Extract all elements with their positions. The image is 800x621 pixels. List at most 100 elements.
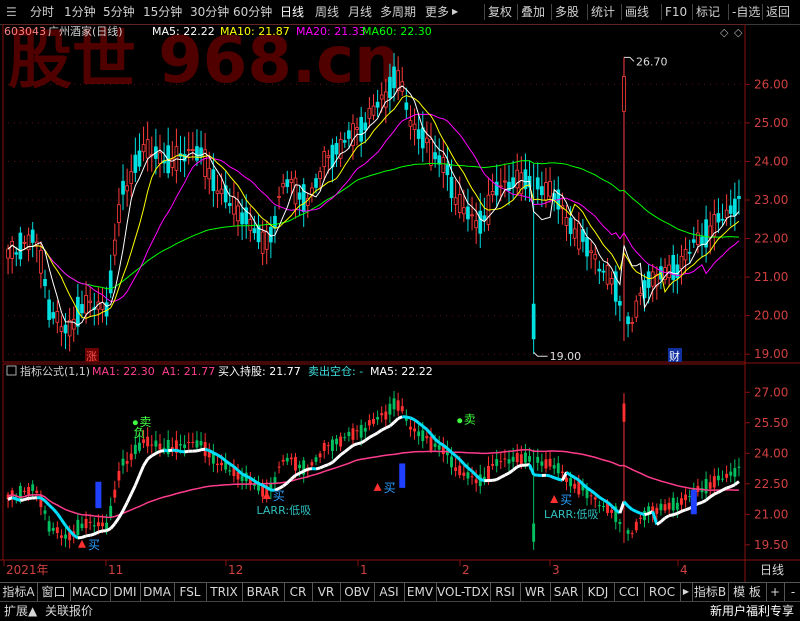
- trend-segment: [156, 451, 160, 453]
- time-axis-label: 12: [228, 563, 243, 577]
- period-tab-4[interactable]: 30分钟: [190, 0, 229, 24]
- trend-segment: [287, 479, 291, 483]
- indicator-tab-17[interactable]: KDJ: [582, 583, 615, 601]
- trend-segment: [308, 469, 312, 470]
- period-tab-9[interactable]: 多周期: [380, 0, 416, 24]
- lower-candle-body: [565, 478, 568, 482]
- candle-body: [479, 211, 482, 233]
- candle-body: [23, 242, 26, 243]
- trend-segment: [152, 453, 156, 455]
- toolbar-action-1[interactable]: 叠加: [521, 0, 545, 24]
- candle-body: [298, 193, 301, 199]
- trend-segment: [677, 511, 681, 513]
- formula-toggle-icon[interactable]: [7, 366, 16, 375]
- toolbar-action-8[interactable]: 返回: [766, 0, 790, 24]
- expand-button[interactable]: 扩展▲: [4, 602, 37, 621]
- candle-body: [631, 322, 634, 323]
- indicator-tab-19[interactable]: ROC: [644, 583, 681, 601]
- lower-candle-body: [179, 444, 182, 445]
- toolbar-action-0[interactable]: 复权: [488, 0, 512, 24]
- lower-candle-body: [536, 457, 539, 463]
- low-price-label: 19.00: [550, 350, 582, 363]
- high-price-label: 26.70: [636, 55, 668, 68]
- candle-body: [413, 124, 416, 129]
- time-axis-label: 11: [108, 563, 123, 577]
- candle-body: [290, 179, 293, 182]
- indicator-tab-0[interactable]: 指标A: [0, 583, 38, 601]
- indicator-tab-11[interactable]: ASI: [374, 583, 405, 601]
- candle-body: [7, 249, 10, 258]
- trend-segment: [472, 471, 476, 475]
- trend-segment: [571, 475, 575, 477]
- period-tab-8[interactable]: 月线: [348, 0, 372, 24]
- toolbar-action-4[interactable]: 画线: [625, 0, 649, 24]
- period-tab-1[interactable]: 1分钟: [64, 0, 96, 24]
- trend-segment: [673, 513, 677, 514]
- upper-price-tick: 19.00: [754, 347, 788, 361]
- indicator-tab-16[interactable]: SAR: [550, 583, 583, 601]
- toolbar-action-2[interactable]: 多股: [555, 0, 579, 24]
- lower-candle-body: [376, 417, 379, 420]
- trend-segment: [435, 439, 439, 443]
- candle-body: [536, 178, 539, 189]
- candle-body: [483, 216, 486, 221]
- trend-segment: [620, 502, 624, 513]
- lower-candle-body: [364, 428, 367, 432]
- lower-candle-body: [458, 466, 461, 476]
- lower-candle-body: [228, 470, 231, 471]
- indicator-tab-6[interactable]: TRIX: [206, 583, 243, 601]
- candle-body: [405, 103, 408, 110]
- indicator-tab-10[interactable]: OBV: [340, 583, 375, 601]
- trend-segment: [550, 476, 554, 478]
- period-tab-5[interactable]: 60分钟: [233, 0, 272, 24]
- add-tab-button[interactable]: +: [766, 583, 785, 601]
- indicator-tab-15[interactable]: WR: [520, 583, 551, 601]
- toolbar-action-5[interactable]: F10: [665, 0, 687, 24]
- indicator-tab-2[interactable]: MACD: [70, 583, 111, 601]
- lower-candle-body: [528, 456, 531, 462]
- lower-candle-body: [610, 510, 613, 513]
- trend-segment: [291, 475, 295, 479]
- menu-icon[interactable]: ☰: [6, 0, 17, 24]
- toolbar-action-6[interactable]: 标记: [696, 0, 720, 24]
- period-tab-3[interactable]: 15分钟: [143, 0, 182, 24]
- indicator-tab-18[interactable]: CCI: [614, 583, 645, 601]
- lower-candle-body: [495, 459, 498, 466]
- trend-segment: [665, 516, 669, 518]
- related-quote-button[interactable]: 关联报价: [45, 602, 93, 621]
- lower-candle-body: [733, 468, 736, 477]
- remove-tab-button[interactable]: -: [784, 583, 800, 601]
- period-tab-7[interactable]: 周线: [315, 0, 339, 24]
- indicator-tab-13[interactable]: VOL-TDX: [436, 583, 491, 601]
- indicator-tab-9[interactable]: VR: [312, 583, 341, 601]
- indicator-tab-1[interactable]: 窗口: [37, 583, 71, 601]
- toolbar-action-3[interactable]: 统计: [591, 0, 615, 24]
- indicator-tab-7[interactable]: BRAR: [242, 583, 285, 601]
- more-arrow-icon[interactable]: ▶: [452, 0, 458, 24]
- indicator-tab-3[interactable]: DMI: [110, 583, 141, 601]
- indicator-tab-14[interactable]: RSI: [490, 583, 521, 601]
- lower-candle-body: [138, 443, 141, 451]
- indicator-tab-4[interactable]: DMA: [140, 583, 175, 601]
- lower-candle-body: [598, 505, 601, 506]
- period-tab-6[interactable]: 日线: [280, 0, 304, 24]
- cai-marker: 财: [669, 349, 680, 363]
- lower-candle-body: [187, 442, 190, 443]
- indicator-b-tab[interactable]: 指标B: [692, 583, 729, 601]
- period-tab-2[interactable]: 5分钟: [103, 0, 135, 24]
- period-tab-10[interactable]: 更多: [425, 0, 449, 24]
- indicator-tab-12[interactable]: EMV: [404, 583, 437, 601]
- indicator-tab-8[interactable]: CR: [284, 583, 313, 601]
- toolbar-action-7[interactable]: -自选: [732, 0, 760, 24]
- template-tab[interactable]: 模 板: [728, 583, 767, 601]
- period-tab-0[interactable]: 分时: [30, 0, 54, 24]
- lower-legend-1: MA1: 22.30: [92, 365, 155, 378]
- lower-candle-body: [298, 465, 301, 468]
- trend-segment: [16, 499, 20, 500]
- candle-body: [241, 213, 244, 224]
- candle-body: [384, 92, 387, 107]
- indicator-tab-5[interactable]: FSL: [174, 583, 207, 601]
- new-user-promo-link[interactable]: 新用户福利专享: [710, 602, 794, 621]
- chart-area[interactable]: 股世 968.cn26.0025.0024.0023.0022.0021.002…: [0, 24, 800, 582]
- candle-body: [142, 145, 145, 152]
